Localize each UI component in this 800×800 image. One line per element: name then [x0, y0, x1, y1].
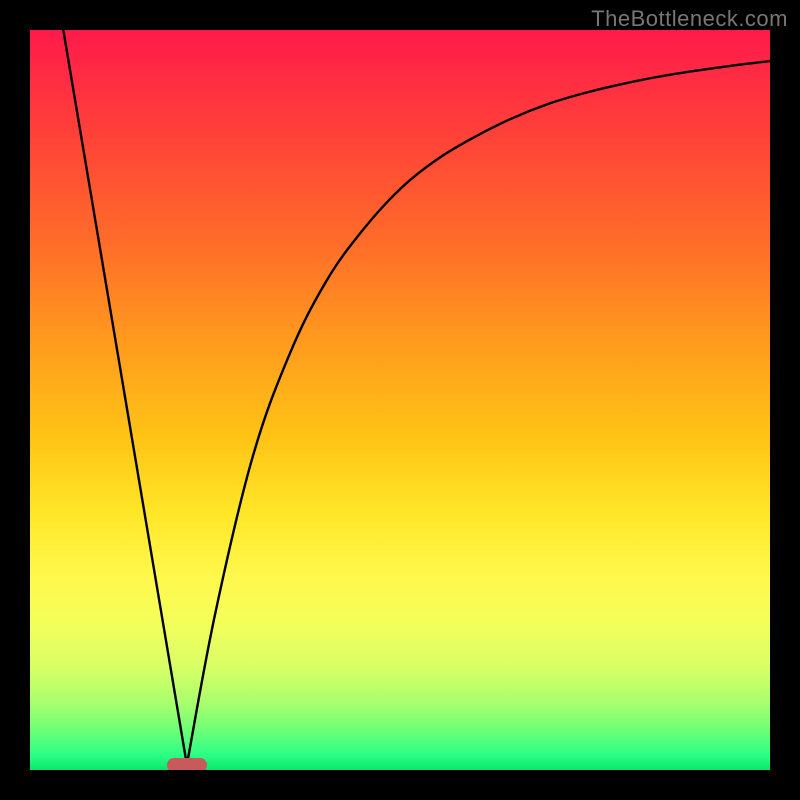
plot-area [30, 30, 770, 770]
watermark-text: TheBottleneck.com [591, 6, 788, 32]
chart-frame: TheBottleneck.com [0, 0, 800, 800]
bottleneck-curve [30, 30, 770, 770]
curve-path [63, 30, 770, 765]
optimum-marker [167, 758, 207, 770]
